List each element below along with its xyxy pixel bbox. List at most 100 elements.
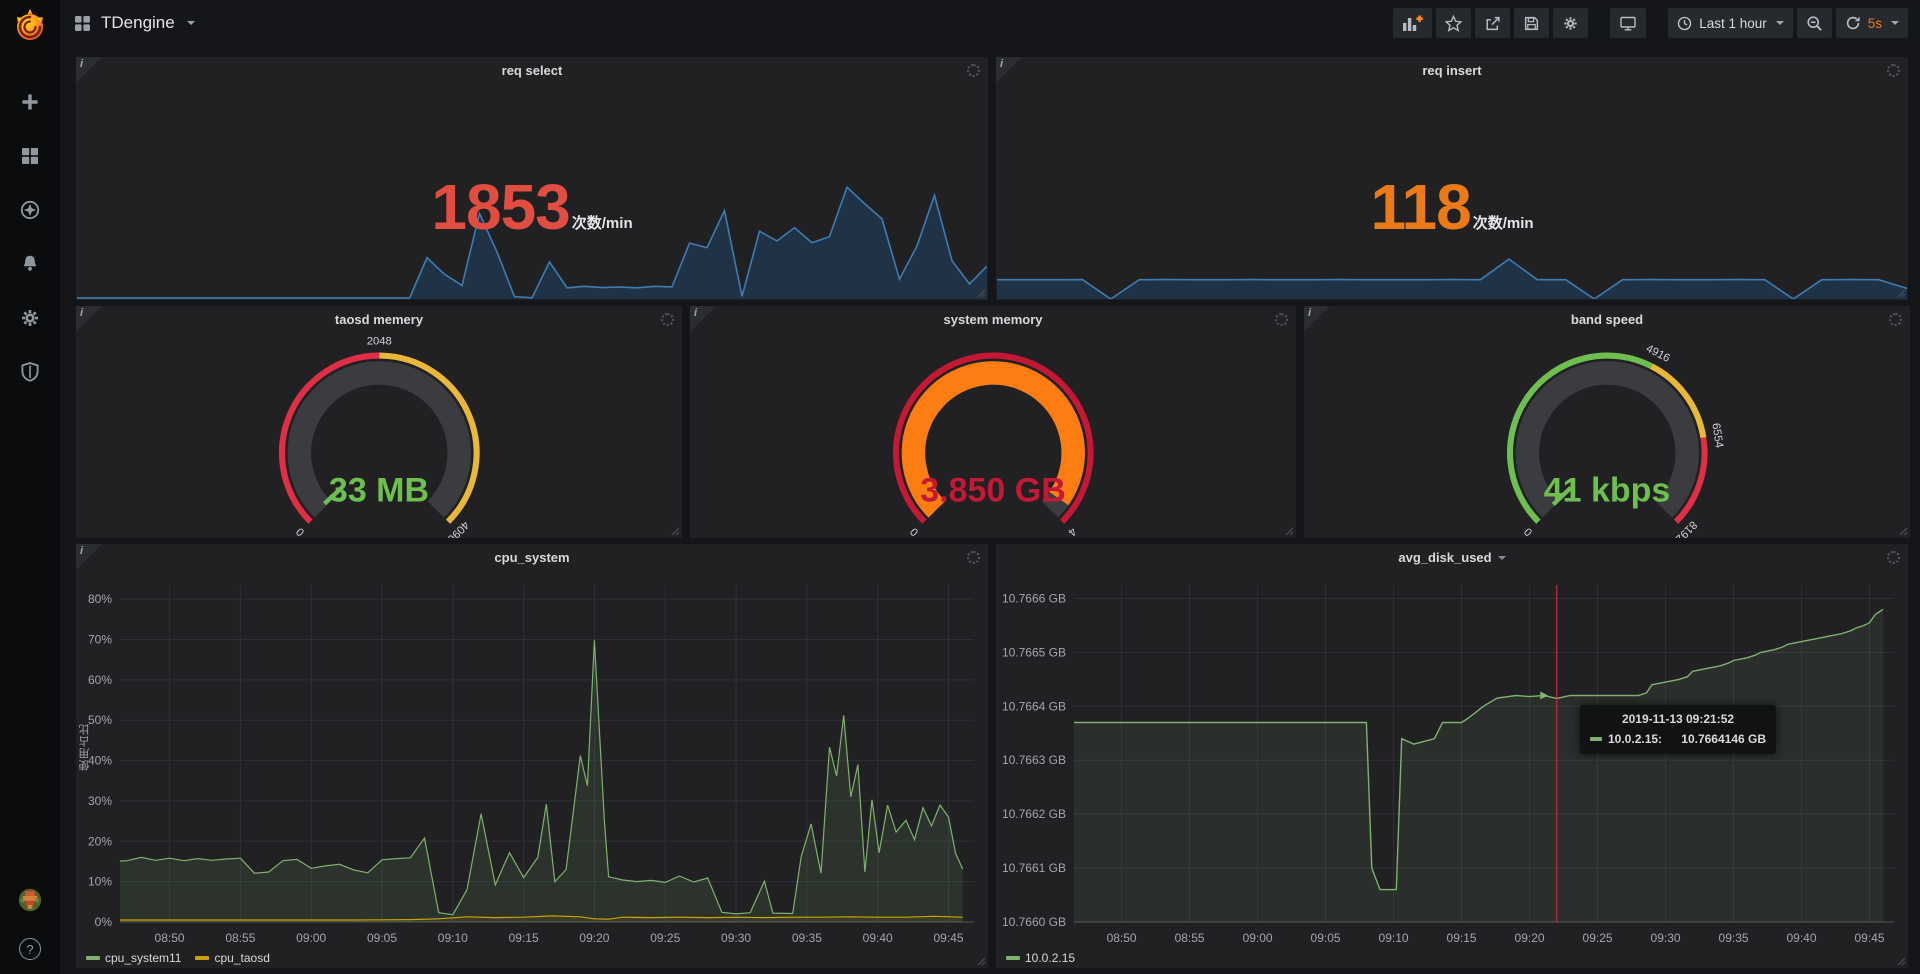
panel-title-system-memory[interactable]: system memory	[690, 306, 1296, 333]
gauge-scale-label: 0	[908, 525, 921, 538]
gear-icon	[1562, 15, 1579, 32]
gauge-system-memory: 04	[690, 333, 1296, 538]
legend-item[interactable]: 10.0.2.15	[1006, 951, 1075, 965]
x-axis-tick-label: 09:00	[296, 931, 326, 945]
series-area	[1074, 609, 1883, 922]
info-glyph: i	[80, 307, 83, 319]
time-range-label: Last 1 hour	[1699, 16, 1767, 31]
zoom-out-button[interactable]	[1797, 8, 1832, 38]
gauge-scale-label: 0	[1522, 525, 1535, 538]
add-panel-button[interactable]	[1393, 8, 1432, 38]
gauge-svg: 0491665548192	[1477, 333, 1738, 538]
resize-handle-icon[interactable]	[976, 288, 986, 298]
loading-spinner-icon	[1889, 313, 1902, 326]
sidebar-item-alerting[interactable]	[18, 252, 42, 276]
x-axis-tick-label: 09:35	[792, 931, 822, 945]
grafana-logo[interactable]	[0, 0, 60, 52]
panel-title-taosd-memory[interactable]: taosd memery	[76, 306, 682, 333]
x-axis-tick-label: 09:40	[863, 931, 893, 945]
chevron-down-icon	[1776, 21, 1784, 25]
tooltip-series-value: 10.7664146 GB	[1681, 732, 1766, 746]
panel-info-icon[interactable]: i	[996, 57, 1022, 83]
save-dashboard-button[interactable]	[1514, 8, 1549, 38]
panel-title-band-speed[interactable]: band speed	[1304, 306, 1910, 333]
add-panel-icon	[1402, 15, 1423, 32]
graph-legend: cpu_system11 cpu_taosd	[86, 951, 270, 965]
x-axis-tick-label: 09:45	[1855, 931, 1885, 945]
sidebar-item-explore[interactable]	[18, 198, 42, 222]
panel-title-req-select[interactable]: req select	[76, 57, 988, 84]
panel-info-icon[interactable]: i	[690, 306, 716, 332]
dashboard-picker[interactable]: TDengine	[74, 13, 195, 33]
avatar-image	[18, 885, 42, 915]
x-axis-tick-label: 09:05	[367, 931, 397, 945]
resize-handle-icon[interactable]	[1896, 956, 1906, 966]
gauge-band-speed: 0491665548192	[1304, 333, 1910, 538]
resize-handle-icon[interactable]	[1898, 526, 1908, 536]
sidebar-item-dashboards[interactable]	[18, 144, 42, 168]
panel-info-icon[interactable]: i	[76, 306, 102, 332]
tooltip-series-label: 10.0.2.15:	[1608, 732, 1662, 746]
x-axis-tick-label: 09:30	[721, 931, 751, 945]
gear-icon	[19, 307, 41, 329]
graph-tooltip: 2019-11-13 09:21:52 10.0.2.15: 10.766414…	[1580, 705, 1776, 754]
legend-item[interactable]: cpu_taosd	[195, 951, 269, 965]
panel-system-memory: i system memory 04 3.850 GB	[690, 306, 1296, 538]
x-axis-tick-label: 09:10	[1379, 931, 1409, 945]
refresh-icon	[1845, 15, 1861, 31]
dashboard-settings-button[interactable]	[1553, 8, 1588, 38]
x-axis-tick-label: 09:15	[509, 931, 539, 945]
sidebar-item-configuration[interactable]	[18, 306, 42, 330]
share-icon	[1484, 15, 1501, 32]
dashboards-icon	[19, 145, 41, 167]
resize-handle-icon[interactable]	[976, 956, 986, 966]
cycle-view-mode-button[interactable]	[1610, 8, 1646, 38]
resize-handle-icon[interactable]	[1284, 526, 1294, 536]
refresh-picker[interactable]: 5s	[1836, 8, 1908, 38]
panel-taosd-memory: i taosd memery 020484096 33 MB	[76, 306, 682, 538]
clock-icon	[1677, 16, 1692, 31]
plus-icon	[19, 91, 41, 113]
series-color-dash	[1590, 737, 1602, 741]
spark-area	[77, 187, 987, 299]
legend-item[interactable]: cpu_system11	[86, 951, 181, 965]
panel-title-avg-disk-used[interactable]: avg_disk_used	[996, 544, 1908, 571]
graph-avg-disk-used[interactable]: 08:5008:5509:0009:0509:1009:1509:2009:25…	[996, 571, 1908, 968]
panel-info-icon[interactable]: i	[1304, 306, 1330, 332]
panel-info-icon[interactable]: i	[76, 544, 102, 570]
gauge-scale-label: 0	[294, 525, 307, 538]
panel-info-icon[interactable]: i	[76, 57, 102, 83]
y-axis-tick-label: 10.7662 GB	[1002, 807, 1066, 821]
navbar-actions: Last 1 hour 5s	[1393, 8, 1908, 38]
info-glyph: i	[1000, 58, 1003, 70]
x-axis-tick-label: 08:50	[155, 931, 185, 945]
panel-title-req-insert[interactable]: req insert	[996, 57, 1908, 84]
resize-handle-icon[interactable]	[1896, 288, 1906, 298]
star-dashboard-button[interactable]	[1436, 8, 1471, 38]
loading-spinner-icon	[1887, 64, 1900, 77]
shield-icon	[19, 361, 41, 383]
time-range-picker[interactable]: Last 1 hour	[1668, 8, 1793, 38]
navbar: TDengine	[60, 0, 1920, 46]
gauge-value-arc	[913, 373, 1073, 509]
gauge-needle	[1553, 488, 1571, 505]
x-axis-tick-label: 09:00	[1243, 931, 1273, 945]
x-axis-tick-label: 09:45	[933, 931, 963, 945]
chevron-down-icon	[1891, 21, 1899, 25]
graph-svg: 08:5008:5509:0009:0509:1009:1509:2009:25…	[996, 571, 1908, 968]
y-axis-title: 使用占比	[77, 571, 93, 922]
user-avatar[interactable]	[18, 888, 42, 912]
x-axis-tick-label: 08:55	[225, 931, 255, 945]
legend-label: cpu_system11	[105, 951, 181, 965]
share-dashboard-button[interactable]	[1475, 8, 1510, 38]
graph-cpu-system[interactable]: 08:5008:5509:0009:0509:1009:1509:2009:25…	[76, 571, 988, 968]
help-icon[interactable]: ?	[19, 938, 41, 960]
gauge-scale-label: 2048	[366, 336, 391, 348]
sidebar-item-create[interactable]	[18, 90, 42, 114]
chevron-down-icon	[187, 21, 195, 25]
sidebar-item-server-admin[interactable]	[18, 360, 42, 384]
y-axis-tick-label: 10.7660 GB	[1002, 915, 1066, 929]
panel-title-cpu-system[interactable]: cpu_system	[76, 544, 988, 571]
resize-handle-icon[interactable]	[670, 526, 680, 536]
help-glyph: ?	[26, 942, 33, 957]
